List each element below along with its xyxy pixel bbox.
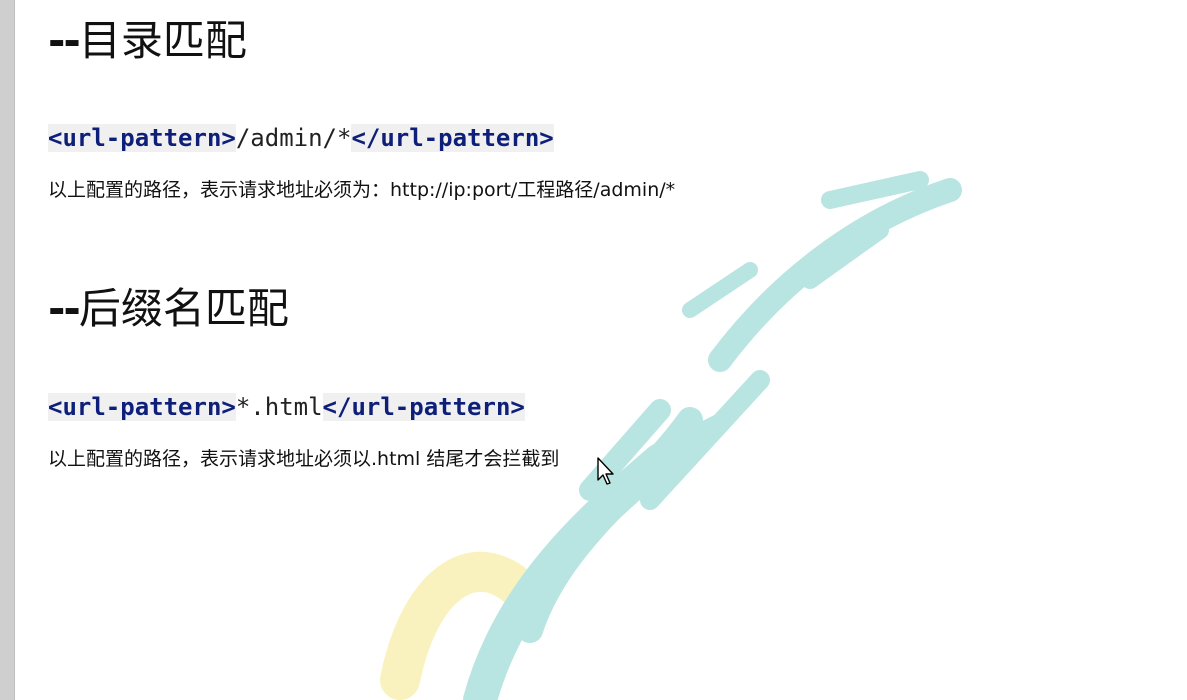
description-suffix-match: 以上配置的路径，表示请求地址必须以.html 结尾才会拦截到 bbox=[48, 448, 560, 470]
school-logo-watermark bbox=[380, 171, 962, 700]
code-close-tag: </url-pattern> bbox=[351, 124, 554, 152]
code-open-tag: <url-pattern> bbox=[48, 393, 236, 421]
code-value: /admin/* bbox=[235, 124, 352, 152]
heading-suffix-match: --后缀名匹配 bbox=[48, 284, 289, 334]
left-margin-bar bbox=[0, 0, 15, 700]
heading-directory-match: --目录匹配 bbox=[48, 16, 247, 66]
heading-title: 后缀名匹配 bbox=[78, 284, 289, 333]
mouse-pointer-icon bbox=[597, 457, 614, 485]
code-url-pattern-directory: <url-pattern>/admin/*</url-pattern> bbox=[48, 120, 554, 156]
code-close-tag: </url-pattern> bbox=[322, 393, 525, 421]
heading-prefix: -- bbox=[48, 16, 81, 65]
code-open-tag: <url-pattern> bbox=[48, 124, 236, 152]
description-directory-match: 以上配置的路径，表示请求地址必须为：http://ip:port/工程路径/ad… bbox=[48, 179, 676, 201]
code-url-pattern-suffix: <url-pattern>*.html</url-pattern> bbox=[48, 389, 525, 425]
heading-title: 目录匹配 bbox=[78, 16, 247, 65]
code-value: *.html bbox=[235, 393, 323, 421]
heading-prefix: -- bbox=[48, 284, 81, 333]
